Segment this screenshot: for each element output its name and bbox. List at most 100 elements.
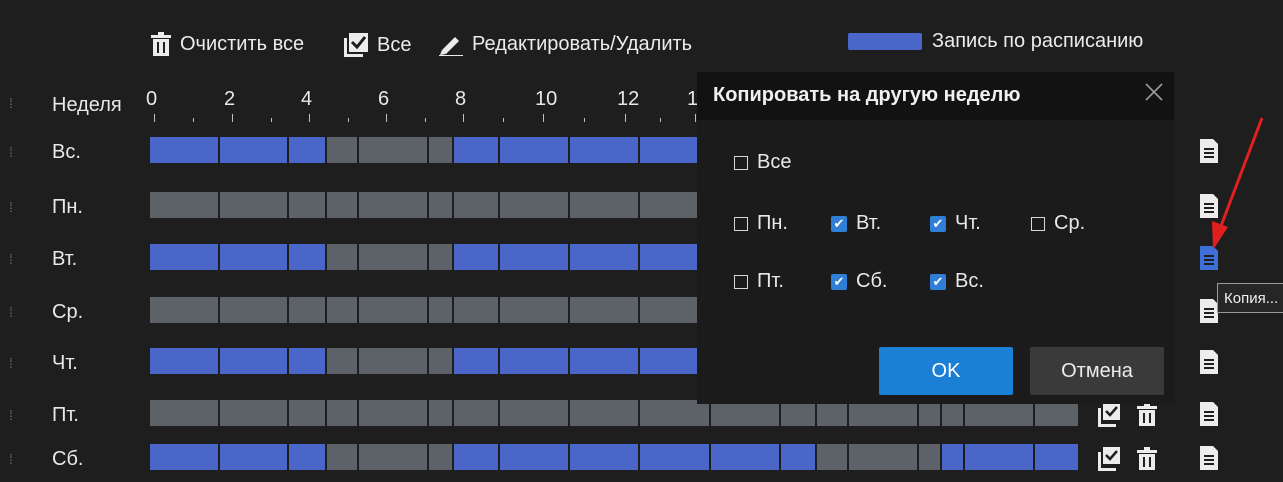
schedule-segment-empty[interactable] bbox=[288, 297, 327, 323]
edit-delete-label: Редактировать/Удалить bbox=[472, 32, 693, 55]
schedule-segment-empty[interactable] bbox=[499, 400, 570, 426]
trash-icon[interactable] bbox=[1135, 444, 1159, 472]
schedule-segment-empty[interactable] bbox=[358, 137, 429, 163]
schedule-segment-empty[interactable] bbox=[358, 297, 429, 323]
copy-icon[interactable] bbox=[1197, 244, 1221, 272]
schedule-segment-empty[interactable] bbox=[288, 400, 327, 426]
schedule-segment-empty[interactable] bbox=[358, 192, 429, 218]
schedule-segment-empty[interactable] bbox=[569, 192, 641, 218]
schedule-segment-recording[interactable] bbox=[150, 137, 221, 163]
schedule-segment-recording[interactable] bbox=[150, 244, 221, 270]
schedule-segment-empty[interactable] bbox=[358, 244, 429, 270]
schedule-segment-recording[interactable] bbox=[640, 444, 711, 470]
schedule-segment-recording[interactable] bbox=[220, 444, 289, 470]
schedule-segment-empty[interactable] bbox=[499, 192, 570, 218]
schedule-segment-empty[interactable] bbox=[358, 348, 429, 374]
copy-icon[interactable] bbox=[1197, 192, 1221, 220]
schedule-segment-empty[interactable] bbox=[150, 192, 221, 218]
schedule-segment-empty[interactable] bbox=[326, 400, 359, 426]
schedule-segment-recording[interactable] bbox=[454, 137, 500, 163]
schedule-segment-empty[interactable] bbox=[326, 137, 359, 163]
schedule-segment-recording[interactable] bbox=[454, 244, 500, 270]
day-checkbox[interactable]: ✔ Сб. bbox=[831, 270, 887, 293]
check-all-icon[interactable] bbox=[1097, 444, 1121, 472]
schedule-segment-recording[interactable] bbox=[454, 444, 500, 470]
schedule-segment-recording[interactable] bbox=[964, 444, 1035, 470]
schedule-segment-recording[interactable] bbox=[780, 444, 818, 470]
schedule-segment-empty[interactable] bbox=[454, 400, 500, 426]
schedule-segment-empty[interactable] bbox=[150, 400, 221, 426]
schedule-segment-empty[interactable] bbox=[428, 244, 455, 270]
schedule-segment-empty[interactable] bbox=[919, 444, 942, 470]
day-checkbox[interactable]: Пн. bbox=[734, 212, 788, 235]
schedule-segment-empty[interactable] bbox=[428, 137, 455, 163]
schedule-segment-empty[interactable] bbox=[326, 297, 359, 323]
copy-icon[interactable] bbox=[1197, 400, 1221, 428]
schedule-segment-recording[interactable] bbox=[499, 348, 570, 374]
schedule-segment-recording[interactable] bbox=[569, 137, 641, 163]
copy-icon[interactable] bbox=[1197, 444, 1221, 472]
schedule-bar[interactable] bbox=[150, 444, 1081, 470]
schedule-segment-empty[interactable] bbox=[326, 348, 359, 374]
schedule-segment-empty[interactable] bbox=[454, 297, 500, 323]
schedule-segment-recording[interactable] bbox=[499, 244, 570, 270]
schedule-segment-recording[interactable] bbox=[941, 444, 965, 470]
day-checkbox[interactable]: Пт. bbox=[734, 270, 784, 293]
schedule-segment-recording[interactable] bbox=[710, 444, 781, 470]
close-icon[interactable] bbox=[1142, 80, 1166, 104]
schedule-segment-recording[interactable] bbox=[220, 348, 289, 374]
select-all-button[interactable]: Все bbox=[343, 32, 411, 58]
schedule-segment-recording[interactable] bbox=[150, 348, 221, 374]
schedule-segment-recording[interactable] bbox=[150, 444, 221, 470]
schedule-segment-empty[interactable] bbox=[569, 297, 641, 323]
day-checkbox[interactable]: ✔ Чт. bbox=[930, 212, 981, 235]
schedule-segment-empty[interactable] bbox=[499, 297, 570, 323]
schedule-segment-recording[interactable] bbox=[288, 348, 327, 374]
trash-icon[interactable] bbox=[1135, 400, 1159, 428]
schedule-segment-empty[interactable] bbox=[358, 400, 429, 426]
legend-swatch bbox=[848, 33, 922, 50]
day-checkbox[interactable]: ✔ Вс. bbox=[930, 270, 984, 293]
schedule-segment-empty[interactable] bbox=[358, 444, 429, 470]
schedule-segment-empty[interactable] bbox=[326, 192, 359, 218]
day-checkbox[interactable]: Ср. bbox=[1031, 212, 1085, 235]
check-all-icon[interactable] bbox=[1097, 400, 1121, 428]
schedule-segment-empty[interactable] bbox=[848, 444, 920, 470]
schedule-segment-recording[interactable] bbox=[288, 137, 327, 163]
schedule-segment-empty[interactable] bbox=[220, 192, 289, 218]
clear-all-button[interactable]: Очистить все bbox=[150, 32, 304, 56]
day-checkbox[interactable]: ✔ Вт. bbox=[831, 212, 881, 235]
schedule-segment-empty[interactable] bbox=[288, 192, 327, 218]
cancel-button[interactable]: Отмена bbox=[1030, 347, 1164, 395]
schedule-segment-recording[interactable] bbox=[569, 348, 641, 374]
schedule-segment-recording[interactable] bbox=[1034, 444, 1081, 470]
schedule-segment-empty[interactable] bbox=[454, 192, 500, 218]
ok-button[interactable]: OK bbox=[879, 347, 1013, 395]
copy-icon[interactable] bbox=[1197, 348, 1221, 376]
schedule-segment-empty[interactable] bbox=[428, 400, 455, 426]
schedule-segment-recording[interactable] bbox=[569, 444, 641, 470]
schedule-segment-empty[interactable] bbox=[428, 444, 455, 470]
schedule-segment-recording[interactable] bbox=[288, 444, 327, 470]
schedule-segment-recording[interactable] bbox=[220, 137, 289, 163]
schedule-segment-recording[interactable] bbox=[569, 244, 641, 270]
schedule-segment-empty[interactable] bbox=[428, 348, 455, 374]
schedule-segment-recording[interactable] bbox=[499, 444, 570, 470]
copy-icon[interactable] bbox=[1197, 137, 1221, 165]
schedule-segment-empty[interactable] bbox=[150, 297, 221, 323]
checkbox-all[interactable]: Все bbox=[734, 151, 791, 174]
dialog-title: Копировать на другую неделю bbox=[713, 84, 1021, 106]
schedule-segment-empty[interactable] bbox=[428, 192, 455, 218]
schedule-segment-recording[interactable] bbox=[454, 348, 500, 374]
schedule-segment-recording[interactable] bbox=[220, 244, 289, 270]
schedule-segment-empty[interactable] bbox=[569, 400, 641, 426]
schedule-segment-recording[interactable] bbox=[288, 244, 327, 270]
schedule-segment-empty[interactable] bbox=[817, 444, 849, 470]
schedule-segment-empty[interactable] bbox=[428, 297, 455, 323]
schedule-segment-empty[interactable] bbox=[326, 444, 359, 470]
schedule-segment-empty[interactable] bbox=[326, 244, 359, 270]
schedule-segment-recording[interactable] bbox=[499, 137, 570, 163]
schedule-segment-empty[interactable] bbox=[220, 297, 289, 323]
edit-delete-button[interactable]: Редактировать/Удалить bbox=[438, 32, 692, 56]
schedule-segment-empty[interactable] bbox=[220, 400, 289, 426]
